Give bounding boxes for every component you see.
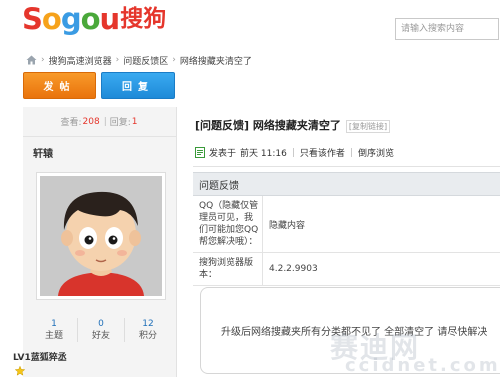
stat-label: 好友 (91, 331, 110, 341)
avatar-frame[interactable] (36, 172, 166, 300)
logo-letter-s: S (22, 2, 43, 36)
logo-letter-u: u (99, 2, 121, 36)
user-level: LV1蓝狐猝丞 (13, 353, 67, 363)
meta-divider: | (291, 147, 295, 158)
search-input[interactable] (396, 19, 498, 39)
search-box (395, 18, 499, 40)
views-count: 208 (82, 116, 100, 127)
post-icon (195, 147, 205, 158)
new-post-button[interactable]: 发帖 (23, 72, 96, 99)
stat-value: 1 (51, 319, 57, 329)
breadcrumb-separator: › (172, 55, 176, 65)
author-panel: 查看: 208 | 回复: 1 轩辕 1 主题 0 好友 12 积分 (23, 107, 177, 377)
breadcrumb-item-thread[interactable]: 网络搜藏夹清空了 (180, 54, 252, 67)
feedback-header: 问题反馈 (193, 172, 500, 196)
posted-prefix: 发表于 (209, 149, 237, 159)
logo-chinese: 搜狗 (120, 6, 167, 32)
breadcrumb-separator: › (41, 55, 45, 65)
reply-button[interactable]: 回复 (101, 72, 175, 99)
stats-divider: | (103, 116, 107, 127)
header-divider (193, 166, 500, 167)
thread-title: [问题反馈] 网络搜藏夹清空了 [复制链接] (195, 117, 391, 133)
replies-label: 回复: (109, 118, 131, 128)
feedback-row-version: 搜狗浏览器版本： 4.2.2.9903 (193, 253, 500, 286)
stat-value: 12 (142, 319, 154, 329)
thread-title-text: [问题反馈] 网络搜藏夹清空了 (195, 119, 341, 132)
breadcrumb-item-feedback[interactable]: 问题反馈区 (123, 54, 168, 67)
user-stat-threads[interactable]: 1 主题 (31, 318, 78, 342)
posted-time: 前天 11:16 (240, 149, 287, 159)
avatar (40, 176, 162, 296)
author-name[interactable]: 轩辕 (33, 145, 53, 160)
breadcrumb-item-browser[interactable]: 搜狗高速浏览器 (49, 54, 112, 67)
feedback-key: QQ（隐藏仅管理员可见，我们可能加您QQ帮您解决哦）： (193, 196, 263, 252)
only-author-link[interactable]: 只看该作者 (300, 146, 345, 159)
user-stat-friends[interactable]: 0 好友 (78, 318, 125, 342)
user-stats: 1 主题 0 好友 12 积分 (31, 318, 171, 342)
logo-letter-o2: o (80, 2, 101, 36)
stat-label: 主题 (44, 331, 63, 341)
sogou-logo[interactable]: S o g o u 搜狗 (22, 1, 166, 37)
user-stat-points[interactable]: 12 积分 (125, 318, 171, 342)
feedback-table: 问题反馈 QQ（隐藏仅管理员可见，我们可能加您QQ帮您解决哦）： 隐藏内容 搜狗… (193, 172, 500, 286)
feedback-row-qq: QQ（隐藏仅管理员可见，我们可能加您QQ帮您解决哦）： 隐藏内容 (193, 196, 500, 253)
post-meta: 发表于 前天 11:16 | 只看该作者 | 倒序浏览 (195, 146, 394, 159)
stat-label: 积分 (138, 331, 157, 341)
stat-value: 0 (98, 319, 104, 329)
post-stats: 查看: 208 | 回复: 1 (23, 107, 176, 137)
feedback-value: 隐藏内容 (269, 220, 306, 231)
reverse-order-link[interactable]: 倒序浏览 (358, 146, 394, 159)
replies-count: 1 (131, 116, 138, 127)
avatar-image (40, 176, 162, 296)
star-icon (15, 366, 25, 376)
feedback-key: 搜狗浏览器版本： (193, 253, 263, 285)
copy-link-button[interactable]: [复制链接] (345, 120, 391, 133)
breadcrumb: › 搜狗高速浏览器 › 问题反馈区 › 网络搜藏夹清空了 (26, 54, 252, 67)
home-icon[interactable] (26, 55, 37, 65)
logo-letter-g: g (60, 2, 82, 36)
watermark-url: ccidnet.com (345, 355, 500, 376)
breadcrumb-separator: › (115, 55, 120, 65)
meta-divider: | (349, 147, 353, 158)
views-label: 查看: (60, 118, 82, 128)
logo-letter-o1: o (41, 2, 62, 36)
feedback-value: 4.2.2.9903 (269, 264, 318, 274)
